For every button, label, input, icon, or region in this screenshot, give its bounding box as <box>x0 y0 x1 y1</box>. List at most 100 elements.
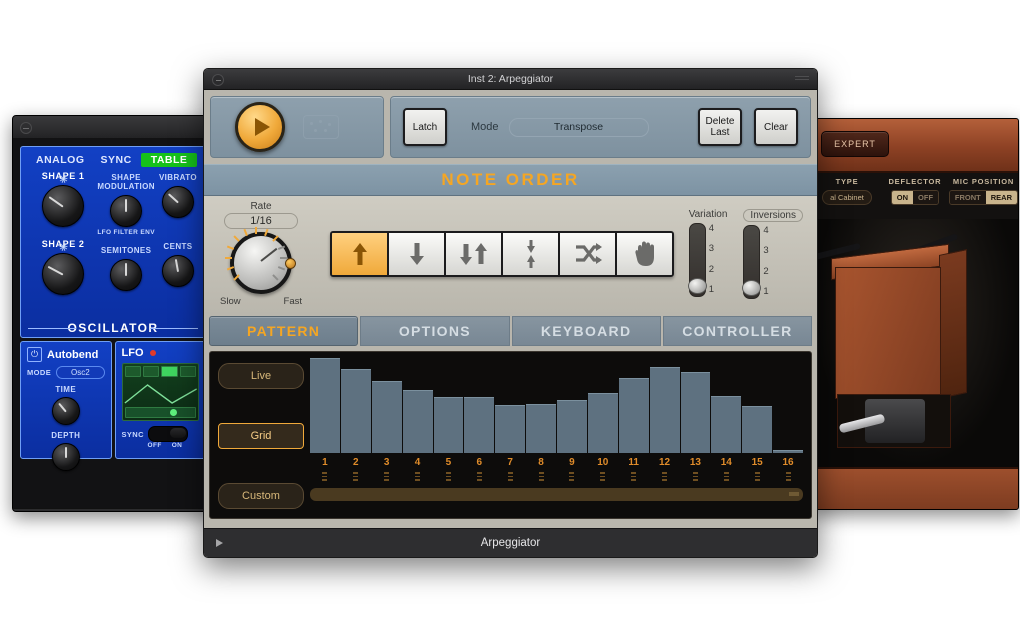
step-tick-group[interactable] <box>526 472 556 481</box>
note-order-down-up-button[interactable] <box>446 233 503 275</box>
shape1-knob[interactable] <box>42 185 84 227</box>
velocity-bar[interactable] <box>464 397 494 453</box>
delete-last-button[interactable]: Delete Last <box>698 108 742 146</box>
mic-front-option[interactable]: FRONT <box>950 191 986 204</box>
tab-analog[interactable]: ANALOG <box>29 153 92 167</box>
mic-position-segmented-control[interactable]: FRONT REAR <box>949 190 1018 205</box>
inversions-slider-handle[interactable] <box>742 280 761 296</box>
step-tick-group[interactable] <box>372 472 402 481</box>
cabinet-window[interactable]: EXPERT TYPE al Cabinet DEFLECTOR ON OFF … <box>812 118 1019 510</box>
velocity-bar[interactable] <box>341 369 371 453</box>
step-tick-group[interactable] <box>464 472 494 481</box>
tab-table[interactable]: TABLE <box>141 153 198 167</box>
semitones-knob[interactable] <box>110 259 142 291</box>
note-order-random-button[interactable] <box>560 233 617 275</box>
step-tick-group[interactable] <box>557 472 587 481</box>
wave-btn-3[interactable] <box>161 366 177 377</box>
pattern-mode-buttons[interactable]: Live Grid Custom <box>218 359 304 511</box>
deflector-off-option[interactable]: OFF <box>913 191 938 204</box>
lfo-sync-toggle[interactable] <box>148 426 188 442</box>
tab-controller[interactable]: CONTROLLER <box>663 316 812 346</box>
step-tick-group[interactable] <box>711 472 741 481</box>
lfo-rate-slider[interactable] <box>125 407 197 418</box>
note-order-up-button[interactable] <box>332 233 389 275</box>
close-icon[interactable] <box>20 122 32 134</box>
play-button[interactable] <box>235 102 285 152</box>
variation-slider[interactable] <box>689 223 706 297</box>
wave-btn-1[interactable] <box>125 366 141 377</box>
shape2-knob[interactable] <box>42 253 84 295</box>
velocity-bar[interactable] <box>526 404 556 453</box>
velocity-bar[interactable] <box>434 397 464 453</box>
oscillator-tabs[interactable]: ANALOG SYNC TABLE <box>29 153 197 167</box>
type-value[interactable]: al Cabinet <box>822 190 872 205</box>
autobend-depth-knob[interactable] <box>52 443 80 471</box>
step-tick-group[interactable] <box>742 472 772 481</box>
deflector-on-option[interactable]: ON <box>892 191 913 204</box>
synth-window[interactable]: ANALOG SYNC TABLE SHAPE 1 <box>12 115 214 512</box>
step-tick-group[interactable] <box>588 472 618 481</box>
step-tick-group[interactable] <box>495 472 525 481</box>
velocity-bar[interactable] <box>742 406 772 453</box>
disclosure-triangle-icon[interactable] <box>216 539 223 547</box>
step-tick-group[interactable] <box>341 472 371 481</box>
tab-pattern[interactable]: PATTERN <box>209 316 358 346</box>
lfo-rate-handle[interactable] <box>170 409 177 416</box>
velocity-bar[interactable] <box>773 450 803 453</box>
vibrato-knob[interactable] <box>162 186 194 218</box>
arpeggiator-window[interactable]: Inst 2: Arpeggiator Latch Mode Transpose <box>203 68 818 558</box>
velocity-bar[interactable] <box>495 405 525 453</box>
velocity-bar[interactable] <box>619 378 649 453</box>
velocity-bar[interactable] <box>681 372 711 453</box>
note-order-buttons[interactable] <box>330 231 674 277</box>
step-tick-group[interactable] <box>434 472 464 481</box>
tab-keyboard[interactable]: KEYBOARD <box>512 316 661 346</box>
velocity-bar[interactable] <box>711 396 741 453</box>
note-order-outside-in-button[interactable] <box>503 233 560 275</box>
velocity-bar[interactable] <box>310 358 340 453</box>
velocity-bar[interactable] <box>557 400 587 453</box>
velocity-bar[interactable] <box>403 390 433 453</box>
clear-button[interactable]: Clear <box>754 108 798 146</box>
autobend-mode-value[interactable]: Osc2 <box>56 366 104 379</box>
velocity-bar[interactable] <box>372 381 402 453</box>
velocity-bar[interactable] <box>588 393 618 453</box>
velocity-chart[interactable]: 12345678910111213141516 <box>310 359 803 511</box>
cents-knob[interactable] <box>162 255 194 287</box>
custom-bar-handle[interactable] <box>789 492 799 496</box>
velocity-bars[interactable] <box>310 359 803 453</box>
power-icon[interactable]: ⏻ <box>27 347 42 362</box>
expert-button[interactable]: EXPERT <box>821 131 889 157</box>
step-tick-group[interactable] <box>403 472 433 481</box>
pattern-grid-button[interactable]: Grid <box>218 423 304 449</box>
wave-btn-4[interactable] <box>180 366 196 377</box>
variation-slider-handle[interactable] <box>688 278 707 294</box>
step-tick-group[interactable] <box>310 472 340 481</box>
lfo-waveform-display[interactable] <box>122 363 200 421</box>
deflector-segmented-control[interactable]: ON OFF <box>891 190 939 205</box>
step-tick-group[interactable] <box>619 472 649 481</box>
mode-select[interactable]: Transpose <box>509 118 649 137</box>
note-order-down-button[interactable] <box>389 233 446 275</box>
step-tick-group[interactable] <box>681 472 711 481</box>
tab-options[interactable]: OPTIONS <box>360 316 509 346</box>
arpeggiator-tabs[interactable]: PATTERN OPTIONS KEYBOARD CONTROLLER <box>204 312 817 346</box>
note-order-as-played-button[interactable] <box>617 233 672 275</box>
step-tick-group[interactable] <box>773 472 803 481</box>
velocity-bar[interactable] <box>650 367 680 453</box>
custom-length-bar[interactable] <box>310 488 803 501</box>
close-icon[interactable] <box>212 74 224 86</box>
lfo-wave-buttons[interactable] <box>123 364 199 379</box>
tab-sync[interactable]: SYNC <box>94 153 139 167</box>
pattern-custom-button[interactable]: Custom <box>218 483 304 509</box>
cabinet-3d-view[interactable] <box>813 219 1018 467</box>
step-tick-group[interactable] <box>650 472 680 481</box>
pattern-live-button[interactable]: Live <box>218 363 304 389</box>
inversions-slider[interactable] <box>743 225 760 299</box>
resize-grip-icon[interactable] <box>795 76 809 82</box>
wave-btn-2[interactable] <box>143 366 159 377</box>
midi-notes-icon[interactable] <box>303 115 339 139</box>
latch-button[interactable]: Latch <box>403 108 447 146</box>
autobend-time-knob[interactable] <box>52 397 80 425</box>
mic-rear-option[interactable]: REAR <box>986 191 1017 204</box>
